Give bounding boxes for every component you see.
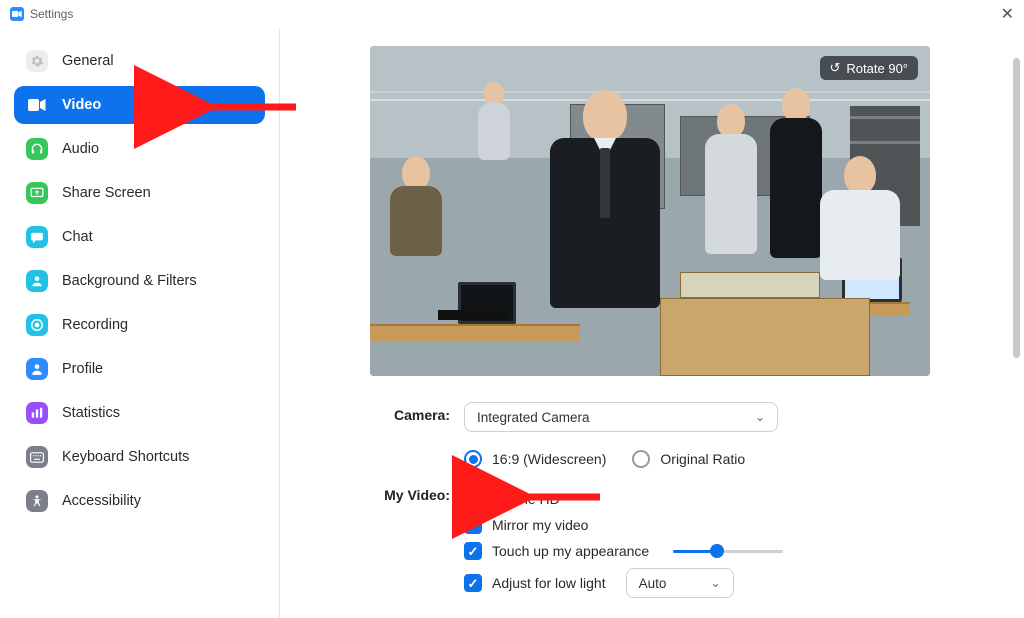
- sidebar-item-label: Profile: [62, 361, 103, 377]
- aspect-ratio-group: 16:9 (Widescreen) Original Ratio: [464, 442, 930, 468]
- sidebar-item-label: General: [62, 53, 114, 69]
- radio-input[interactable]: [464, 450, 482, 468]
- close-icon[interactable]: ✕: [1001, 4, 1014, 24]
- sidebar-item-label: Keyboard Shortcuts: [62, 449, 189, 465]
- sidebar-item-general[interactable]: General: [14, 42, 265, 80]
- sidebar-item-label: Chat: [62, 229, 93, 245]
- checkbox-label: Touch up my appearance: [492, 543, 649, 559]
- video-icon: [26, 94, 48, 116]
- sidebar-item-keyboard-shortcuts[interactable]: Keyboard Shortcuts: [14, 438, 265, 476]
- camera-label: Camera:: [370, 402, 464, 423]
- accessibility-icon: [26, 490, 48, 512]
- checkbox[interactable]: [464, 542, 482, 560]
- lowlight-mode-value: Auto: [639, 576, 667, 591]
- gear-icon: [26, 50, 48, 72]
- headphones-icon: [26, 138, 48, 160]
- zoom-app-icon: [10, 7, 24, 21]
- radio-original-ratio[interactable]: Original Ratio: [632, 450, 745, 468]
- keyboard-icon: [26, 446, 48, 468]
- sidebar-item-share-screen[interactable]: Share Screen: [14, 174, 265, 212]
- preview-scene: [370, 46, 930, 376]
- check-touch-up[interactable]: Touch up my appearance: [464, 542, 930, 560]
- main-panel: ↺ Rotate 90° Camera: Integrated Camera ⌄…: [280, 28, 1024, 618]
- profile-icon: [26, 358, 48, 380]
- sidebar-item-audio[interactable]: Audio: [14, 130, 265, 168]
- sidebar-item-label: Background & Filters: [62, 273, 197, 289]
- checkbox[interactable]: [464, 516, 482, 534]
- checkbox-label: Enable HD: [492, 491, 560, 507]
- sidebar: General Video Audio Share Screen Chat: [0, 28, 280, 618]
- sidebar-item-label: Statistics: [62, 405, 120, 421]
- scrollbar[interactable]: [1011, 58, 1021, 604]
- chevron-down-icon: ⌄: [711, 576, 721, 590]
- sidebar-item-label: Recording: [62, 317, 128, 333]
- sidebar-item-accessibility[interactable]: Accessibility: [14, 482, 265, 520]
- touchup-slider[interactable]: [673, 550, 783, 553]
- background-filters-icon: [26, 270, 48, 292]
- sidebar-item-label: Accessibility: [62, 493, 141, 509]
- check-low-light[interactable]: Adjust for low light Auto ⌄: [464, 568, 930, 598]
- window-title: Settings: [30, 7, 73, 21]
- statistics-icon: [26, 402, 48, 424]
- myvideo-label: My Video:: [370, 482, 464, 503]
- sidebar-item-video[interactable]: Video: [14, 86, 265, 124]
- rotate-label: Rotate 90°: [846, 61, 908, 76]
- share-screen-icon: [26, 182, 48, 204]
- sidebar-item-recording[interactable]: Recording: [14, 306, 265, 344]
- sidebar-item-label: Video: [62, 97, 101, 113]
- rotate-button[interactable]: ↺ Rotate 90°: [820, 56, 918, 80]
- checkbox-label: Mirror my video: [492, 517, 588, 533]
- radio-label: Original Ratio: [660, 451, 745, 467]
- video-preview: ↺ Rotate 90°: [370, 46, 930, 376]
- recording-icon: [26, 314, 48, 336]
- lowlight-mode-select[interactable]: Auto ⌄: [626, 568, 734, 598]
- sidebar-item-statistics[interactable]: Statistics: [14, 394, 265, 432]
- checkbox[interactable]: [464, 574, 482, 592]
- sidebar-item-label: Share Screen: [62, 185, 151, 201]
- video-settings-form: Camera: Integrated Camera ⌄ 16:9 (Widesc…: [370, 402, 930, 598]
- camera-selected-value: Integrated Camera: [477, 410, 590, 425]
- check-enable-hd[interactable]: Enable HD: [464, 490, 930, 508]
- radio-label: 16:9 (Widescreen): [492, 451, 606, 467]
- chevron-down-icon: ⌄: [755, 410, 765, 424]
- sidebar-item-profile[interactable]: Profile: [14, 350, 265, 388]
- checkbox[interactable]: [464, 490, 482, 508]
- radio-input[interactable]: [632, 450, 650, 468]
- radio-widescreen[interactable]: 16:9 (Widescreen): [464, 450, 606, 468]
- titlebar: Settings ✕: [0, 0, 1024, 28]
- check-mirror[interactable]: Mirror my video: [464, 516, 930, 534]
- row-camera: Camera: Integrated Camera ⌄ 16:9 (Widesc…: [370, 402, 930, 472]
- row-my-video: My Video: Enable HD Mirror my video Touc…: [370, 482, 930, 598]
- sidebar-item-label: Audio: [62, 141, 99, 157]
- sidebar-item-background-filters[interactable]: Background & Filters: [14, 262, 265, 300]
- rotate-icon: ↺: [830, 60, 841, 76]
- scrollbar-thumb[interactable]: [1013, 58, 1020, 358]
- camera-select[interactable]: Integrated Camera ⌄: [464, 402, 778, 432]
- checkbox-label: Adjust for low light: [492, 575, 606, 591]
- titlebar-left: Settings: [10, 7, 73, 21]
- body: General Video Audio Share Screen Chat: [0, 28, 1024, 618]
- sidebar-item-chat[interactable]: Chat: [14, 218, 265, 256]
- slider-thumb[interactable]: [710, 544, 724, 558]
- chat-icon: [26, 226, 48, 248]
